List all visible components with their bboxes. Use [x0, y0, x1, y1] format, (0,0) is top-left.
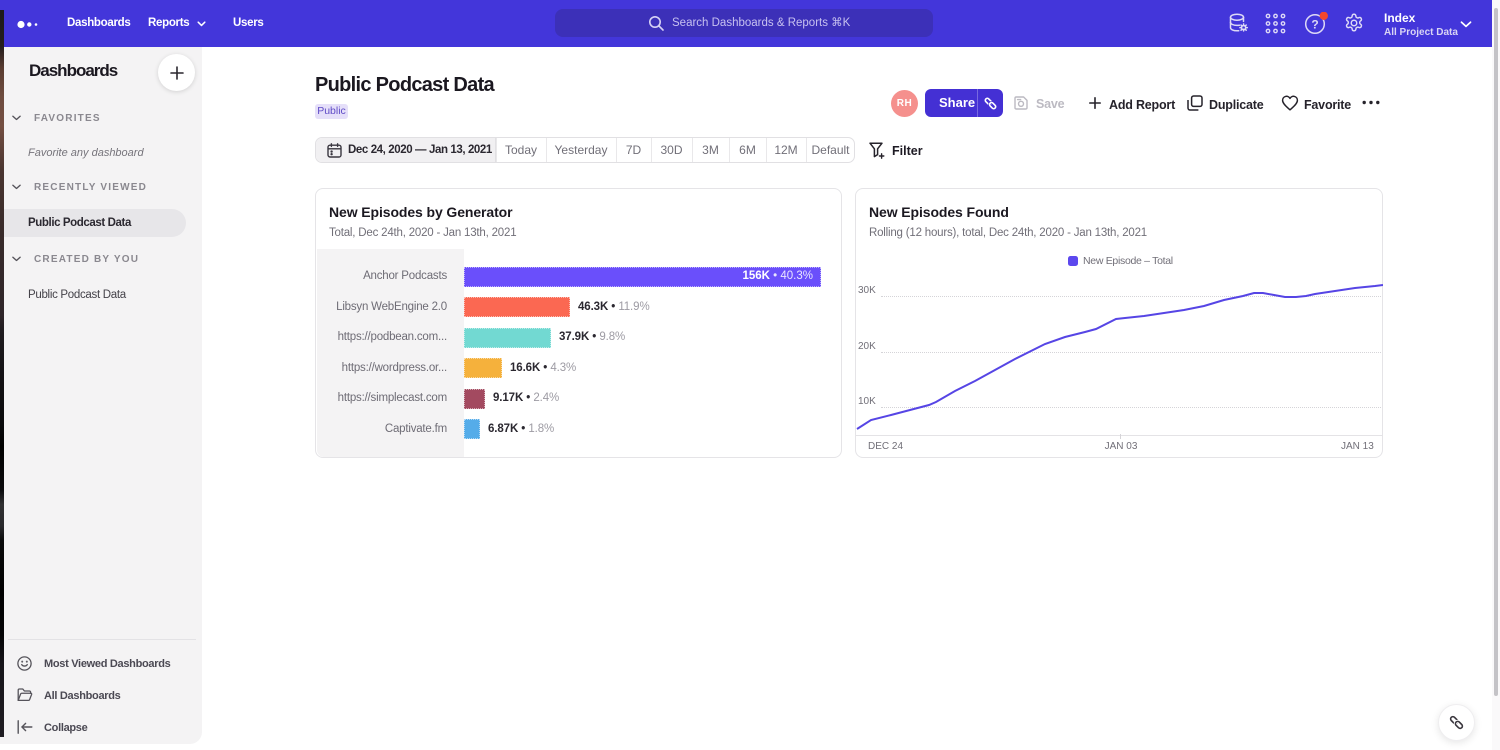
- svg-text:?: ?: [1311, 17, 1318, 31]
